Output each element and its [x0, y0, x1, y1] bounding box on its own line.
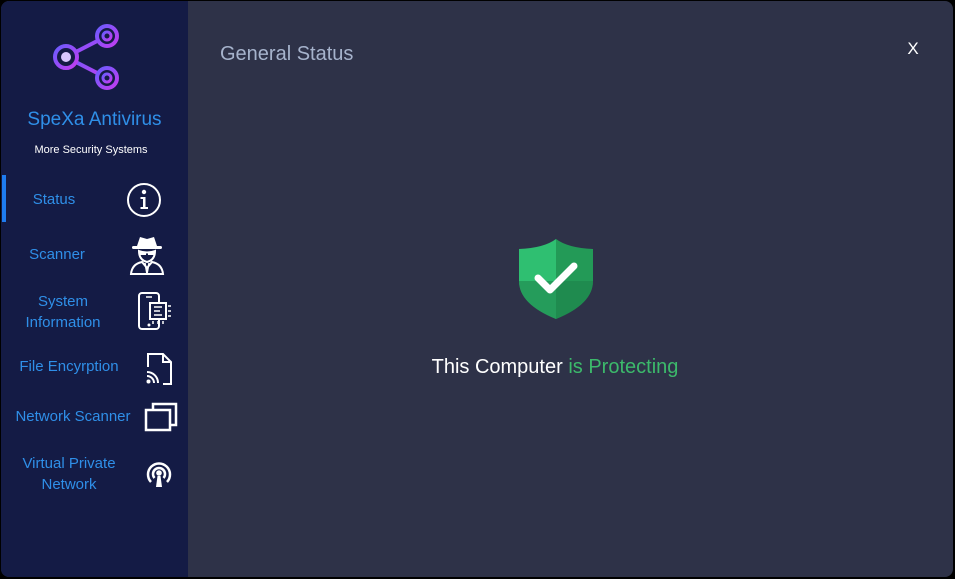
sidebar-item-label: System Information: [25, 293, 101, 331]
sidebar-item-file-encryption[interactable]: File Encyrption: [1, 347, 188, 391]
status-prefix: This Computer: [431, 356, 563, 378]
app-tagline: More Security Systems: [34, 144, 148, 156]
spy-agent-icon: [129, 237, 165, 275]
file-cast-icon: [146, 353, 172, 385]
page-title: General Status: [220, 43, 354, 65]
app-window: SpeXa Antivirus More Security Systems St…: [1, 1, 953, 577]
sidebar-item-label: Virtual Private Network: [22, 455, 116, 493]
sidebar-item-label: Scanner: [29, 246, 85, 263]
windows-stack-icon: [144, 402, 178, 432]
sidebar: SpeXa Antivirus More Security Systems St…: [1, 1, 188, 577]
logo-share-icon: [53, 24, 119, 90]
status-suffix: is Protecting: [568, 356, 679, 378]
close-button[interactable]: X: [901, 37, 925, 61]
sidebar-item-network-scanner[interactable]: Network Scanner: [1, 397, 188, 441]
sidebar-item-label: File Encyrption: [19, 358, 119, 375]
sidebar-item-vpn[interactable]: Virtual Private Network: [1, 449, 188, 501]
antenna-broadcast-icon: [146, 462, 172, 487]
sidebar-item-status[interactable]: Status: [1, 175, 188, 223]
sidebar-item-system-information[interactable]: System Information: [1, 287, 188, 339]
shield-check-icon: [519, 239, 593, 319]
info-icon: [127, 183, 161, 217]
sidebar-item-scanner[interactable]: Scanner: [1, 231, 188, 279]
app-name: SpeXa Antivirus: [27, 109, 162, 130]
sidebar-item-label: Status: [32, 191, 76, 208]
sidebar-item-label: Network Scanner: [15, 408, 131, 425]
protection-status: This Computer is Protecting: [355, 356, 755, 379]
phone-chip-icon: [138, 292, 171, 330]
